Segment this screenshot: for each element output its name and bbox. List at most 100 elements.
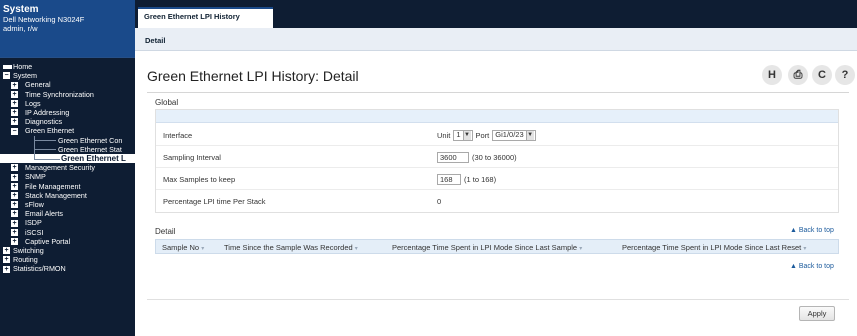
sidebar-item-label: System bbox=[13, 71, 37, 81]
expand-icon[interactable]: + bbox=[11, 201, 18, 209]
tree-connector bbox=[34, 135, 35, 159]
sidebar-item-label: ISDP bbox=[25, 218, 42, 228]
back-to-top-link[interactable]: ▲ Back to top bbox=[790, 263, 834, 270]
sidebar-item[interactable]: + IP Addressing bbox=[0, 108, 135, 117]
column-header-time-since-sample[interactable]: Time Since the Sample Was Recorded ▾ bbox=[224, 243, 358, 252]
expand-icon[interactable]: + bbox=[11, 219, 18, 227]
expand-icon[interactable]: + bbox=[11, 237, 18, 245]
expand-icon[interactable]: + bbox=[11, 191, 18, 199]
percentage-lpi-value: 0 bbox=[437, 196, 442, 206]
expand-icon[interactable]: + bbox=[11, 99, 18, 107]
expand-icon[interactable]: + bbox=[11, 210, 18, 218]
sidebar-item[interactable]: + sFlow bbox=[0, 200, 135, 209]
expand-icon[interactable]: + bbox=[3, 256, 10, 264]
chevron-down-icon: ▼ bbox=[462, 130, 471, 140]
refresh-icon[interactable]: C bbox=[812, 65, 832, 85]
sub-tab-bar: Detail bbox=[135, 28, 857, 51]
sidebar-item[interactable]: + SNMP bbox=[0, 172, 135, 181]
max-samples-range: (1 to 168) bbox=[464, 174, 497, 184]
collapse-icon[interactable]: − bbox=[11, 127, 18, 135]
sidebar-item[interactable]: + Switching bbox=[0, 246, 135, 255]
sidebar-item-label: Diagnostics bbox=[25, 117, 63, 127]
sidebar-item[interactable]: Green Ethernet L bbox=[0, 154, 135, 164]
port-label: Port bbox=[475, 130, 490, 140]
tab-detail[interactable]: Detail bbox=[145, 36, 165, 45]
expand-icon[interactable]: + bbox=[11, 164, 18, 172]
bottom-divider bbox=[147, 299, 849, 300]
sidebar-item[interactable]: + Time Synchronization bbox=[0, 90, 135, 99]
sidebar-item-label: Green Ethernet bbox=[25, 126, 75, 136]
sidebar-item[interactable]: + Captive Portal bbox=[0, 237, 135, 246]
chevron-down-icon: ▼ bbox=[525, 130, 534, 140]
max-samples-label: Max Samples to keep bbox=[163, 175, 236, 184]
sidebar-item-label: File Management bbox=[25, 181, 81, 191]
column-header-sample-no[interactable]: Sample No ▾ bbox=[162, 243, 204, 252]
max-samples-input[interactable]: 168 bbox=[437, 173, 461, 185]
sidebar-item-label: Statistics/RMON bbox=[13, 264, 66, 274]
expand-icon[interactable]: + bbox=[3, 247, 10, 255]
sidebar-item[interactable]: + Management Security bbox=[0, 163, 135, 172]
max-samples-row: Max Samples to keep 168 (1 to 168) bbox=[156, 168, 838, 190]
sidebar-item[interactable]: Home bbox=[0, 62, 135, 71]
sampling-interval-range: (30 to 36000) bbox=[472, 152, 517, 162]
sidebar-item-label: SNMP bbox=[25, 172, 46, 182]
sidebar-item[interactable]: + File Management bbox=[0, 182, 135, 191]
tab-green-ethernet-lpi-history[interactable]: Green Ethernet LPI History bbox=[138, 7, 273, 28]
help-icon[interactable]: ? bbox=[835, 65, 855, 85]
back-to-top-link[interactable]: ▲ Back to top bbox=[790, 227, 834, 234]
sidebar-item-label: Management Security bbox=[25, 163, 95, 173]
user-info: admin, r/w bbox=[3, 24, 38, 33]
expand-icon[interactable]: + bbox=[11, 90, 18, 98]
sidebar-item-label: Green Ethernet Con bbox=[58, 135, 123, 145]
expand-icon[interactable]: + bbox=[11, 118, 18, 126]
sidebar-item[interactable]: + Statistics/RMON bbox=[0, 264, 135, 273]
sidebar-item-label: Switching bbox=[13, 246, 44, 255]
sidebar-item[interactable]: + General bbox=[0, 80, 135, 89]
unit-select[interactable]: 1 ▼ bbox=[453, 129, 473, 141]
sampling-interval-input[interactable]: 3600 bbox=[437, 151, 469, 163]
page-title: Green Ethernet LPI History: Detail bbox=[147, 68, 359, 84]
global-section-label: Global bbox=[155, 98, 179, 107]
expand-icon[interactable]: + bbox=[11, 81, 18, 89]
sidebar-item[interactable]: − Green Ethernet bbox=[0, 126, 135, 135]
tree-connector bbox=[34, 140, 56, 142]
unit-label: Unit bbox=[437, 130, 451, 140]
sidebar-header: System Dell Networking N3024F admin, r/w bbox=[0, 0, 135, 58]
expand-icon[interactable]: + bbox=[11, 109, 18, 117]
expand-icon[interactable]: + bbox=[11, 182, 18, 190]
sidebar-item[interactable]: − System bbox=[0, 71, 135, 80]
device-name: Dell Networking N3024F bbox=[3, 15, 85, 24]
apply-button[interactable]: Apply bbox=[799, 306, 835, 321]
help-book-icon[interactable]: H bbox=[762, 65, 782, 85]
top-tab-bar: Green Ethernet LPI History bbox=[135, 0, 857, 28]
expand-icon[interactable]: + bbox=[3, 265, 10, 273]
column-header-pct-since-last-reset[interactable]: Percentage Time Spent in LPI Mode Since … bbox=[622, 243, 806, 252]
global-settings-table: Interface Unit 1 ▼ Port Gi1/0/23 ▼ Samplin… bbox=[155, 109, 839, 213]
percentage-lpi-label: Percentage LPI time Per Stack bbox=[163, 197, 266, 206]
sidebar-item-label: Green Ethernet L bbox=[61, 154, 126, 163]
navigation-sidebar: System Dell Networking N3024F admin, r/w… bbox=[0, 0, 135, 336]
detail-table-header: Sample No ▾ Time Since the Sample Was Re… bbox=[155, 239, 839, 254]
sidebar-item[interactable]: + iSCSI bbox=[0, 228, 135, 237]
sidebar-item[interactable]: + Stack Management bbox=[0, 191, 135, 200]
sidebar-item[interactable]: + ISDP bbox=[0, 218, 135, 227]
title-divider bbox=[147, 92, 849, 93]
sidebar-item-label: Home bbox=[13, 62, 33, 71]
expand-icon[interactable]: + bbox=[11, 173, 18, 181]
sidebar-item[interactable]: + Routing bbox=[0, 255, 135, 264]
sidebar-item[interactable]: + Diagnostics bbox=[0, 117, 135, 126]
interface-row: Interface Unit 1 ▼ Port Gi1/0/23 ▼ bbox=[156, 124, 838, 146]
print-icon[interactable]: ⎙ bbox=[788, 65, 808, 85]
port-select[interactable]: Gi1/0/23 ▼ bbox=[492, 129, 536, 141]
sidebar-item[interactable]: + Logs bbox=[0, 99, 135, 108]
expand-icon[interactable]: + bbox=[11, 228, 18, 236]
sidebar-item-label: iSCSI bbox=[25, 227, 44, 237]
sidebar-item[interactable]: Green Ethernet Con bbox=[0, 136, 135, 145]
sidebar-item-label: Green Ethernet Stat bbox=[58, 144, 122, 154]
sidebar-item[interactable]: + Email Alerts bbox=[0, 209, 135, 218]
collapse-icon[interactable]: − bbox=[3, 72, 10, 80]
main-content: Green Ethernet LPI History: Detail H ⎙ C… bbox=[135, 51, 857, 336]
column-header-pct-since-last-sample[interactable]: Percentage Time Spent in LPI Mode Since … bbox=[392, 243, 582, 252]
sidebar-item[interactable]: Green Ethernet Stat bbox=[0, 145, 135, 154]
sidebar-item-label: Stack Management bbox=[25, 190, 87, 200]
